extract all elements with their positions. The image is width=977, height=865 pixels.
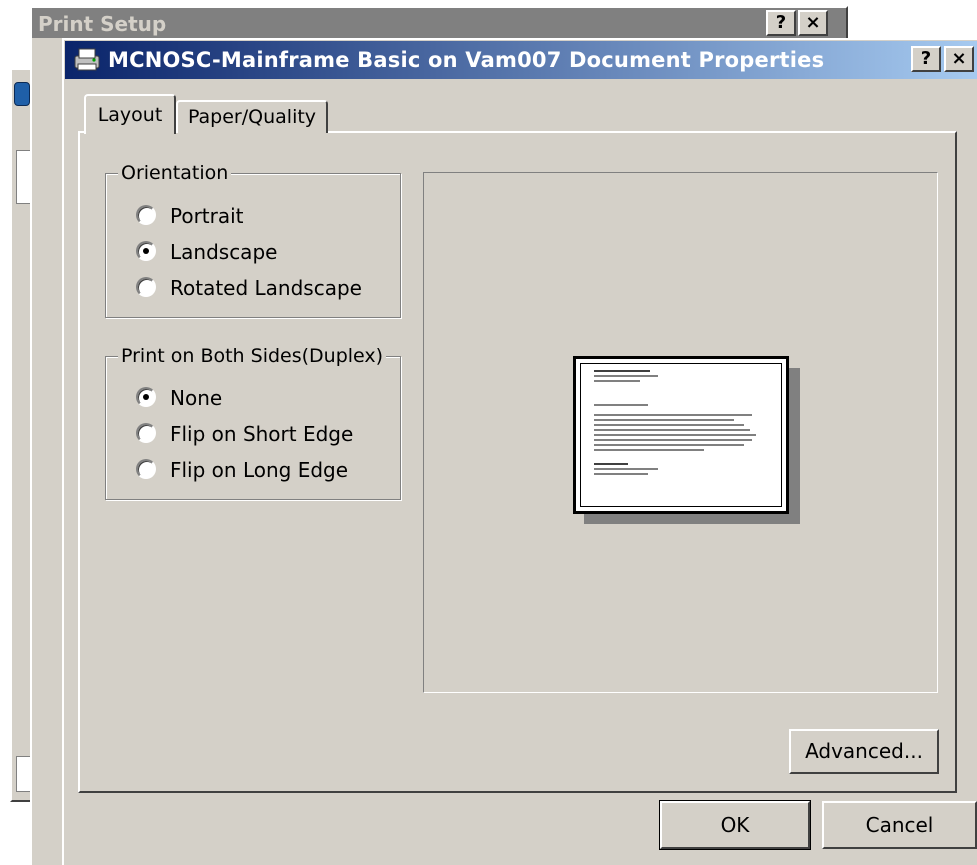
tab-paper-quality[interactable]: Paper/Quality bbox=[176, 100, 328, 133]
preview-text-line bbox=[594, 414, 752, 416]
printer-icon bbox=[72, 46, 102, 74]
preview-text-line bbox=[594, 424, 744, 426]
flip-long-edge-label[interactable]: Flip on Long Edge bbox=[170, 458, 348, 482]
rotated-landscape-radio[interactable] bbox=[136, 277, 156, 297]
landscape-label[interactable]: Landscape bbox=[170, 240, 277, 264]
flip-short-edge-label[interactable]: Flip on Short Edge bbox=[170, 422, 353, 446]
rotated-landscape-label[interactable]: Rotated Landscape bbox=[170, 276, 362, 300]
preview-text-line bbox=[594, 429, 750, 431]
preview-text-line bbox=[594, 419, 734, 421]
preview-text-line bbox=[594, 449, 704, 451]
preview-text-line bbox=[594, 439, 752, 441]
app-icon bbox=[14, 82, 30, 106]
preview-text-line bbox=[594, 434, 756, 436]
duplex-legend: Print on Both Sides(Duplex) bbox=[118, 345, 387, 367]
dialog-title: MCNOSC-Mainframe Basic on Vam007 Documen… bbox=[108, 48, 825, 72]
dialog-close-button[interactable]: × bbox=[944, 46, 974, 72]
duplex-none-label[interactable]: None bbox=[170, 386, 222, 410]
preview-text-line bbox=[594, 404, 648, 406]
print-setup-title: Print Setup bbox=[38, 12, 167, 36]
preview-text-line bbox=[594, 370, 650, 372]
flip-long-edge-radio[interactable] bbox=[136, 459, 156, 479]
tab-layout[interactable]: Layout bbox=[84, 94, 176, 134]
orientation-legend: Orientation bbox=[118, 162, 232, 184]
ok-button[interactable]: OK bbox=[659, 800, 811, 850]
preview-text-line bbox=[594, 444, 744, 446]
preview-text-line bbox=[594, 380, 640, 382]
flip-short-edge-radio[interactable] bbox=[136, 423, 156, 443]
portrait-label[interactable]: Portrait bbox=[170, 204, 244, 228]
preview-text-line bbox=[594, 463, 628, 465]
portrait-radio[interactable] bbox=[136, 205, 156, 225]
preview-text-line bbox=[594, 468, 658, 470]
duplex-none-radio[interactable] bbox=[136, 387, 156, 407]
preview-text-line bbox=[594, 473, 648, 475]
cancel-button[interactable]: Cancel bbox=[822, 801, 977, 849]
preview-text-line bbox=[594, 375, 658, 377]
dialog-help-button[interactable]: ? bbox=[911, 46, 941, 72]
print-setup-help-button[interactable]: ? bbox=[766, 10, 796, 36]
advanced-button[interactable]: Advanced... bbox=[789, 729, 939, 774]
print-setup-close-button[interactable]: × bbox=[798, 10, 828, 36]
landscape-radio[interactable] bbox=[136, 241, 156, 261]
